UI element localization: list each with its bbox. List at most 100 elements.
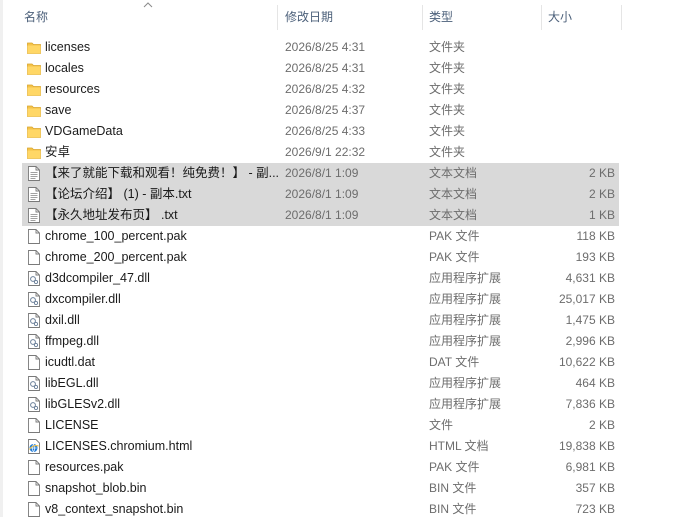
folder-icon	[27, 61, 41, 76]
dll-file-icon	[27, 334, 41, 349]
file-name: snapshot_blob.bin	[45, 481, 147, 495]
file-name: resources	[45, 82, 100, 96]
folder-icon	[27, 40, 41, 55]
list-item[interactable]: dxil.dll 应用程序扩展 1,475 KB	[22, 310, 619, 331]
list-item[interactable]: ffmpeg.dll 应用程序扩展 2,996 KB	[22, 331, 619, 352]
file-name: locales	[45, 61, 84, 75]
file-name: libGLESv2.dll	[45, 397, 121, 411]
file-type: 文件夹	[429, 40, 466, 54]
file-type: PAK 文件	[429, 460, 480, 474]
file-type: 应用程序扩展	[429, 313, 502, 327]
list-item[interactable]: resources.pak PAK 文件 6,981 KB	[22, 457, 619, 478]
file-name: icudtl.dat	[45, 355, 96, 369]
dll-file-icon	[27, 397, 41, 412]
file-icon	[27, 481, 41, 496]
list-item[interactable]: icudtl.dat DAT 文件 10,622 KB	[22, 352, 619, 373]
list-item[interactable]: chrome_100_percent.pak PAK 文件 118 KB	[22, 226, 619, 247]
file-name: licenses	[45, 40, 91, 54]
file-size: 1,475 KB	[565, 313, 615, 327]
list-item[interactable]: 安卓 2026/9/1 22:32 文件夹	[22, 142, 619, 163]
file-type: HTML 文档	[429, 439, 489, 453]
list-item[interactable]: resources 2026/8/25 4:32 文件夹	[22, 79, 619, 100]
modified-date: 2026/8/25 4:32	[285, 82, 366, 96]
file-type: 文件夹	[429, 61, 466, 75]
column-header-type[interactable]: 类型	[423, 5, 542, 30]
list-item[interactable]: libGLESv2.dll 应用程序扩展 7,836 KB	[22, 394, 619, 415]
file-type: 文件夹	[429, 103, 466, 117]
file-type: 应用程序扩展	[429, 271, 502, 285]
column-header-size[interactable]: 大小	[542, 5, 622, 30]
file-type: PAK 文件	[429, 250, 480, 264]
file-type: 文本文档	[429, 208, 478, 222]
folder-icon	[27, 103, 41, 118]
file-size: 10,622 KB	[558, 355, 615, 369]
text-file-icon	[27, 187, 41, 202]
file-name: VDGameData	[45, 124, 123, 138]
file-type: 文本文档	[429, 166, 478, 180]
modified-date: 2026/8/1 1:09	[285, 166, 359, 180]
folder-icon	[27, 145, 41, 160]
list-item-selected[interactable]: 【永久地址发布页】 .txt 2026/8/1 1:09 文本文档 1 KB	[22, 205, 619, 226]
list-item-selected[interactable]: 【来了就能下载和观看！纯免费！】 - 副... 2026/8/1 1:09 文本文档…	[22, 163, 619, 184]
modified-date: 2026/8/25 4:37	[285, 103, 366, 117]
file-name: d3dcompiler_47.dll	[45, 271, 150, 285]
list-item[interactable]: dxcompiler.dll 应用程序扩展 25,017 KB	[22, 289, 619, 310]
file-name: LICENSES.chromium.html	[45, 439, 193, 453]
file-icon	[27, 460, 41, 475]
file-type: DAT 文件	[429, 355, 480, 369]
file-name: ffmpeg.dll	[45, 334, 99, 348]
text-file-icon	[27, 208, 41, 223]
file-size: 2,996 KB	[565, 334, 615, 348]
modified-date: 2026/8/25 4:33	[285, 124, 366, 138]
file-name: 【永久地址发布页】 .txt	[45, 208, 178, 222]
text-file-icon	[27, 166, 41, 181]
list-item[interactable]: libEGL.dll 应用程序扩展 464 KB	[22, 373, 619, 394]
folder-icon	[27, 124, 41, 139]
modified-date: 2026/8/1 1:09	[285, 187, 359, 201]
file-name: resources.pak	[45, 460, 124, 474]
file-type: BIN 文件	[429, 502, 477, 516]
file-size: 2 KB	[588, 166, 615, 180]
modified-date: 2026/8/25 4:31	[285, 61, 366, 75]
list-item-selected[interactable]: 【论坛介绍】 (1) - 副本.txt 2026/8/1 1:09 文本文档 2 KB	[22, 184, 619, 205]
list-item[interactable]: locales 2026/8/25 4:31 文件夹	[22, 58, 619, 79]
list-item[interactable]: d3dcompiler_47.dll 应用程序扩展 4,631 KB	[22, 268, 619, 289]
column-header-date[interactable]: 修改日期	[279, 5, 423, 30]
list-item[interactable]: save 2026/8/25 4:37 文件夹	[22, 100, 619, 121]
file-name: 【来了就能下载和观看！纯免费！】 - 副...	[45, 166, 280, 180]
file-icon	[27, 502, 41, 517]
column-header-name[interactable]: 名称	[18, 5, 278, 30]
dll-file-icon	[27, 313, 41, 328]
list-item[interactable]: v8_context_snapshot.bin BIN 文件 723 KB	[22, 499, 619, 517]
list-item[interactable]: LICENSE 文件 2 KB	[22, 415, 619, 436]
file-size: 25,017 KB	[558, 292, 615, 306]
file-type: 应用程序扩展	[429, 376, 502, 390]
list-item[interactable]: LICENSES.chromium.html HTML 文档 19,838 KB	[22, 436, 619, 457]
file-type: PAK 文件	[429, 229, 480, 243]
file-type: 文件夹	[429, 145, 466, 159]
folder-icon	[27, 82, 41, 97]
file-size: 1 KB	[588, 208, 615, 222]
file-name: dxcompiler.dll	[45, 292, 121, 306]
column-header-bar: 名称 修改日期 类型 大小	[0, 5, 673, 30]
list-item[interactable]: VDGameData 2026/8/25 4:33 文件夹	[22, 121, 619, 142]
file-type: 文件	[429, 418, 454, 432]
file-type: 应用程序扩展	[429, 292, 502, 306]
list-item[interactable]: chrome_200_percent.pak PAK 文件 193 KB	[22, 247, 619, 268]
file-size: 6,981 KB	[565, 460, 615, 474]
list-item[interactable]: snapshot_blob.bin BIN 文件 357 KB	[22, 478, 619, 499]
file-type: 文本文档	[429, 187, 478, 201]
file-name: chrome_200_percent.pak	[45, 250, 187, 264]
file-name: LICENSE	[45, 418, 99, 432]
list-item[interactable]: licenses 2026/8/25 4:31 文件夹	[22, 37, 619, 58]
modified-date: 2026/9/1 22:32	[285, 145, 366, 159]
file-icon	[27, 418, 41, 433]
file-size: 357 KB	[575, 481, 615, 495]
file-size: 464 KB	[575, 376, 615, 390]
dll-file-icon	[27, 376, 41, 391]
file-name: v8_context_snapshot.bin	[45, 502, 184, 516]
file-size: 4,631 KB	[565, 271, 615, 285]
modified-date: 2026/8/25 4:31	[285, 40, 366, 54]
file-size: 118 KB	[576, 229, 615, 243]
html-file-icon	[27, 439, 41, 454]
